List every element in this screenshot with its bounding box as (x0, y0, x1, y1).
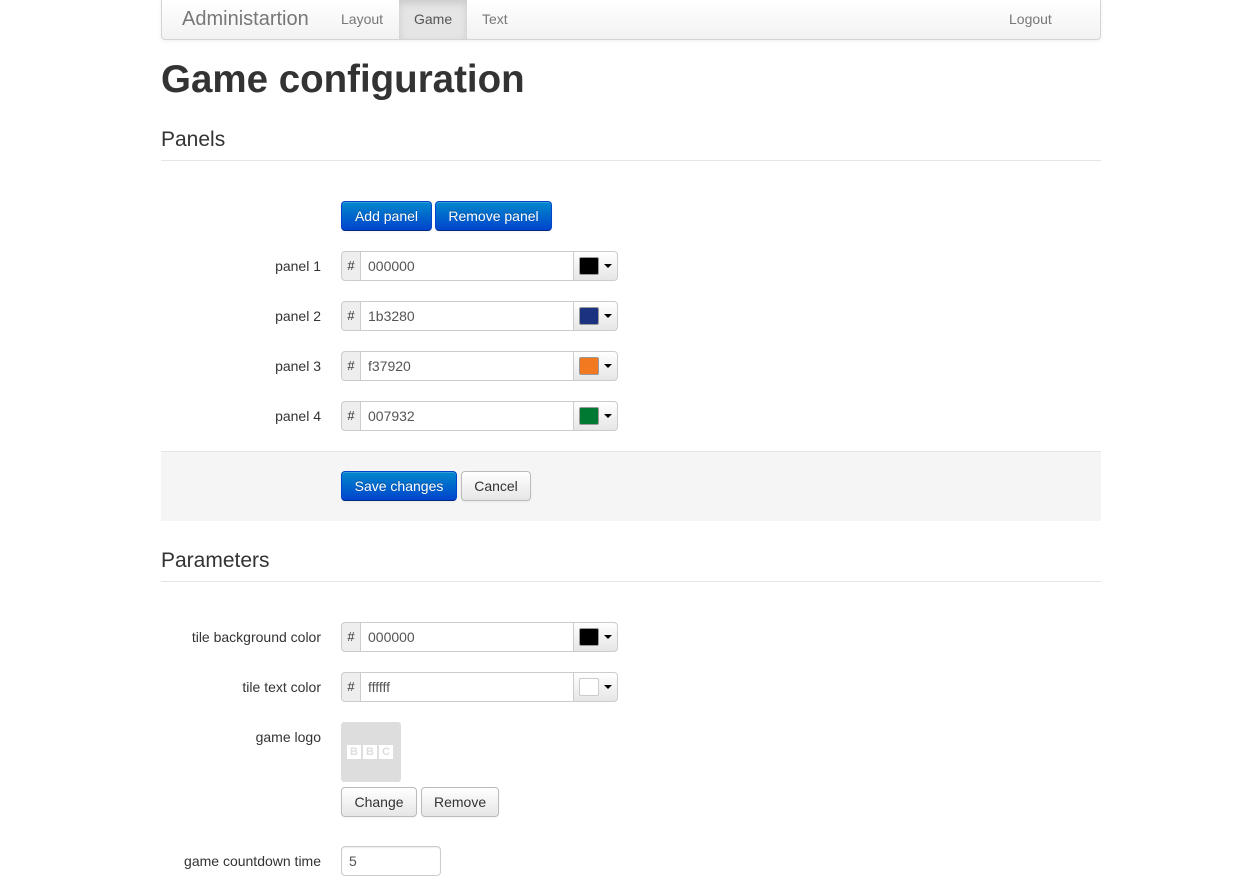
panel-2-color-dropdown[interactable] (573, 301, 618, 331)
nav-item-text[interactable]: Text (467, 0, 523, 39)
hash-addon: # (341, 672, 361, 702)
panel-3-label: panel 3 (275, 358, 321, 374)
caret-down-icon (604, 685, 612, 689)
tile-background-hex-input[interactable]: 000000 (360, 622, 574, 652)
logo-letter: B (347, 745, 361, 759)
nav-item-layout[interactable]: Layout (326, 0, 398, 39)
tile-text-color-swatch (579, 678, 599, 696)
form-actions (161, 451, 1101, 521)
cancel-button[interactable]: Cancel (461, 471, 531, 501)
nav-item-game[interactable]: Game (399, 0, 468, 39)
caret-down-icon (604, 264, 612, 268)
navbar-brand[interactable]: Administartion (182, 8, 309, 30)
hash-addon: # (341, 401, 361, 431)
panel-1-label: panel 1 (275, 258, 321, 274)
panel-3-hex-input[interactable]: f37920 (360, 351, 574, 381)
caret-down-icon (604, 414, 612, 418)
panel-4-label: panel 4 (275, 408, 321, 424)
tile-background-color-swatch (579, 628, 599, 646)
parameters-section-title: Parameters (161, 549, 270, 572)
tile-text-color-dropdown[interactable] (573, 672, 618, 702)
hash-addon: # (341, 351, 361, 381)
panel-4-color-picker: # 007932 (341, 401, 618, 431)
caret-down-icon (604, 364, 612, 368)
nav-item-logout[interactable]: Logout (994, 0, 1067, 39)
caret-down-icon (604, 314, 612, 318)
panel-3-color-swatch (579, 357, 599, 375)
game-countdown-time-input[interactable]: 5 (341, 846, 441, 876)
save-changes-button[interactable]: Save changes (341, 471, 457, 501)
panel-1-color-swatch (579, 257, 599, 275)
panel-1-hex-input[interactable]: 000000 (360, 251, 574, 281)
remove-panel-button[interactable]: Remove panel (435, 201, 552, 231)
tile-background-color-label: tile background color (191, 629, 321, 645)
tile-text-hex-input[interactable]: ffffff (360, 672, 574, 702)
panels-section-divider (161, 160, 1101, 161)
page-title: Game configuration (161, 58, 525, 101)
hash-addon: # (341, 251, 361, 281)
tile-text-color-label: tile text color (242, 679, 321, 695)
hash-addon: # (341, 301, 361, 331)
panel-3-color-dropdown[interactable] (573, 351, 618, 381)
panel-4-hex-input[interactable]: 007932 (360, 401, 574, 431)
tile-background-color-dropdown[interactable] (573, 622, 618, 652)
panel-1-color-dropdown[interactable] (573, 251, 618, 281)
tile-background-color-picker: # 000000 (341, 622, 618, 652)
bbc-logo: B B C (347, 745, 393, 759)
game-logo-label: game logo (255, 729, 321, 745)
panels-section-title: Panels (161, 128, 226, 151)
logo-letter: C (379, 745, 393, 759)
change-logo-button[interactable]: Change (341, 787, 417, 817)
game-logo-thumbnail: B B C (341, 722, 401, 782)
panel-4-color-dropdown[interactable] (573, 401, 618, 431)
caret-down-icon (604, 635, 612, 639)
panel-1-color-picker: # 000000 (341, 251, 618, 281)
tile-text-color-picker: # ffffff (341, 672, 618, 702)
top-navbar: Administartion Layout Game Text Logout (161, 0, 1101, 40)
hash-addon: # (341, 622, 361, 652)
parameters-section-divider (161, 581, 1101, 582)
panel-2-color-swatch (579, 307, 599, 325)
panel-4-color-swatch (579, 407, 599, 425)
add-panel-button[interactable]: Add panel (341, 201, 432, 231)
logo-letter: B (363, 745, 377, 759)
game-countdown-time-label: game countdown time (184, 853, 321, 869)
remove-logo-button[interactable]: Remove (421, 787, 499, 817)
panel-2-color-picker: # 1b3280 (341, 301, 618, 331)
panel-3-color-picker: # f37920 (341, 351, 618, 381)
panel-2-hex-input[interactable]: 1b3280 (360, 301, 574, 331)
panel-2-label: panel 2 (275, 308, 321, 324)
